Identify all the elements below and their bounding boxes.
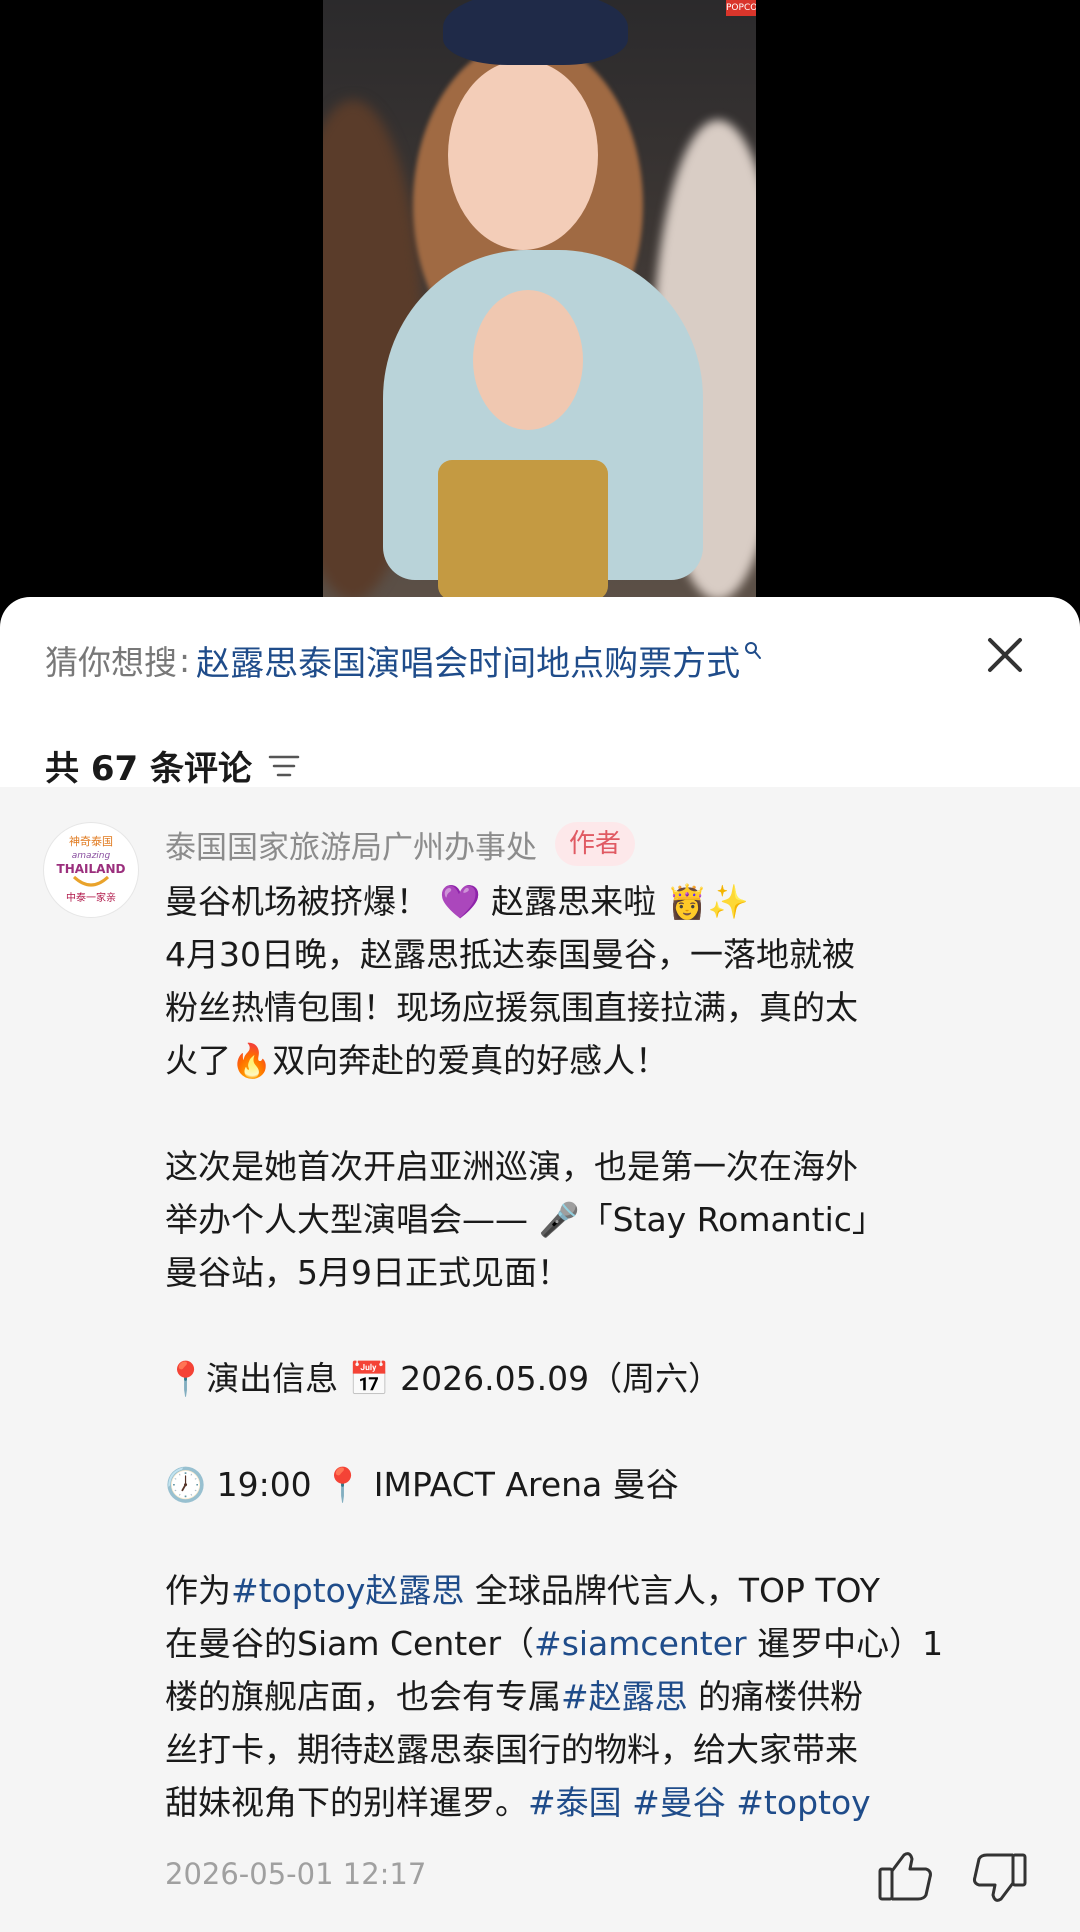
- comment-line: 楼的旗舰店面，也会有专属#赵露思 的痛楼供粉: [165, 1677, 864, 1716]
- svg-text:中泰一家亲: 中泰一家亲: [66, 891, 116, 904]
- comment-timestamp: 2026-05-01 12:17: [165, 1857, 427, 1891]
- hashtag-link[interactable]: #siamcenter: [534, 1624, 747, 1663]
- video-player[interactable]: POPCO: [0, 0, 1080, 600]
- comment-line: 举办个人大型演唱会—— 🎤「Stay Romantic」: [165, 1200, 885, 1239]
- comment-line: 丝打卡，期待赵露思泰国行的物料，给大家带来: [165, 1730, 858, 1769]
- comment-line: 4月30日晚，赵露思抵达泰国曼谷，一落地就被: [165, 935, 855, 974]
- dislike-icon[interactable]: [973, 1853, 1027, 1902]
- close-icon[interactable]: [980, 630, 1030, 680]
- tourism-thailand-logo: 神奇泰国 amazing THAILAND 中泰一家亲: [57, 834, 126, 904]
- search-icon: [745, 642, 762, 659]
- suggested-search-query[interactable]: 赵露思泰国演唱会时间地点购票方式: [196, 636, 740, 685]
- comment-line: 作为#toptoy赵露思 全球品牌代言人，TOP TOY: [165, 1571, 880, 1610]
- suggested-search[interactable]: 猜你想搜 : 赵露思泰国演唱会时间地点购票方式: [45, 635, 945, 685]
- comment-item: 神奇泰国 amazing THAILAND 中泰一家亲 泰国国家旅游局广州办事处…: [0, 787, 1080, 1932]
- comment-line: 粉丝热情包围！现场应援氛围直接拉满，真的太: [165, 988, 858, 1027]
- comment-line: 📍演出信息 📅 2026.05.09（周六）: [165, 1359, 722, 1398]
- avatar[interactable]: 神奇泰国 amazing THAILAND 中泰一家亲: [43, 822, 139, 918]
- comment-line: 🕖 19:00 📍 IMPACT Arena 曼谷: [165, 1465, 679, 1504]
- like-icon[interactable]: [878, 1852, 932, 1901]
- comment-line: 甜妹视角下的别样暹罗。#泰国 #曼谷 #toptoy: [165, 1783, 871, 1822]
- comment-count: 共 67 条评论: [45, 749, 252, 789]
- video-person-cap: [443, 0, 628, 65]
- hashtag-link[interactable]: #toptoy: [726, 1783, 870, 1822]
- author-row: 泰国国家旅游局广州办事处 作者: [165, 819, 636, 869]
- comment-line: 曼谷站，5月9日正式见面！: [165, 1253, 570, 1292]
- hashtag-link[interactable]: #曼谷: [622, 1783, 726, 1822]
- suggested-search-separator: :: [179, 640, 191, 680]
- svg-text:amazing: amazing: [72, 851, 111, 861]
- sort-icon[interactable]: [268, 753, 300, 779]
- comments-sheet: 猜你想搜 : 赵露思泰国演唱会时间地点购票方式 共 67 条评论 神奇泰国 am…: [0, 597, 1080, 1932]
- video-frame[interactable]: POPCO: [323, 0, 756, 600]
- comment-reactions: [870, 1847, 1040, 1907]
- video-person-hands: [473, 290, 583, 430]
- suggested-search-label: 猜你想搜: [45, 643, 177, 682]
- video-person-face: [448, 60, 598, 250]
- hashtag-link[interactable]: #toptoy赵露思: [231, 1571, 464, 1610]
- comment-text: 曼谷机场被挤爆！ 💜 赵露思来啦 👸✨ 4月30日晚，赵露思抵达泰国曼谷，一落地…: [165, 875, 1045, 1829]
- svg-text:神奇泰国: 神奇泰国: [69, 834, 113, 848]
- hashtag-link[interactable]: #泰国: [528, 1783, 622, 1822]
- comment-line: 火了🔥双向奔赴的爱真的好感人！: [165, 1041, 669, 1080]
- comment-line: 曼谷机场被挤爆！ 💜 赵露思来啦 👸✨: [165, 882, 749, 921]
- video-held-phone: [438, 460, 608, 600]
- comment-count-row: 共 67 条评论: [45, 741, 300, 790]
- author-name[interactable]: 泰国国家旅游局广州办事处: [165, 822, 537, 867]
- comment-line: 这次是她首次开启亚洲巡演，也是第一次在海外: [165, 1147, 858, 1186]
- author-badge: 作者: [555, 822, 636, 866]
- video-corner-badge: POPCO: [726, 0, 756, 16]
- svg-text:THAILAND: THAILAND: [57, 862, 126, 876]
- hashtag-link[interactable]: #赵露思: [561, 1677, 688, 1716]
- comment-line: 在曼谷的Siam Center（#siamcenter 暹罗中心）1: [165, 1624, 944, 1663]
